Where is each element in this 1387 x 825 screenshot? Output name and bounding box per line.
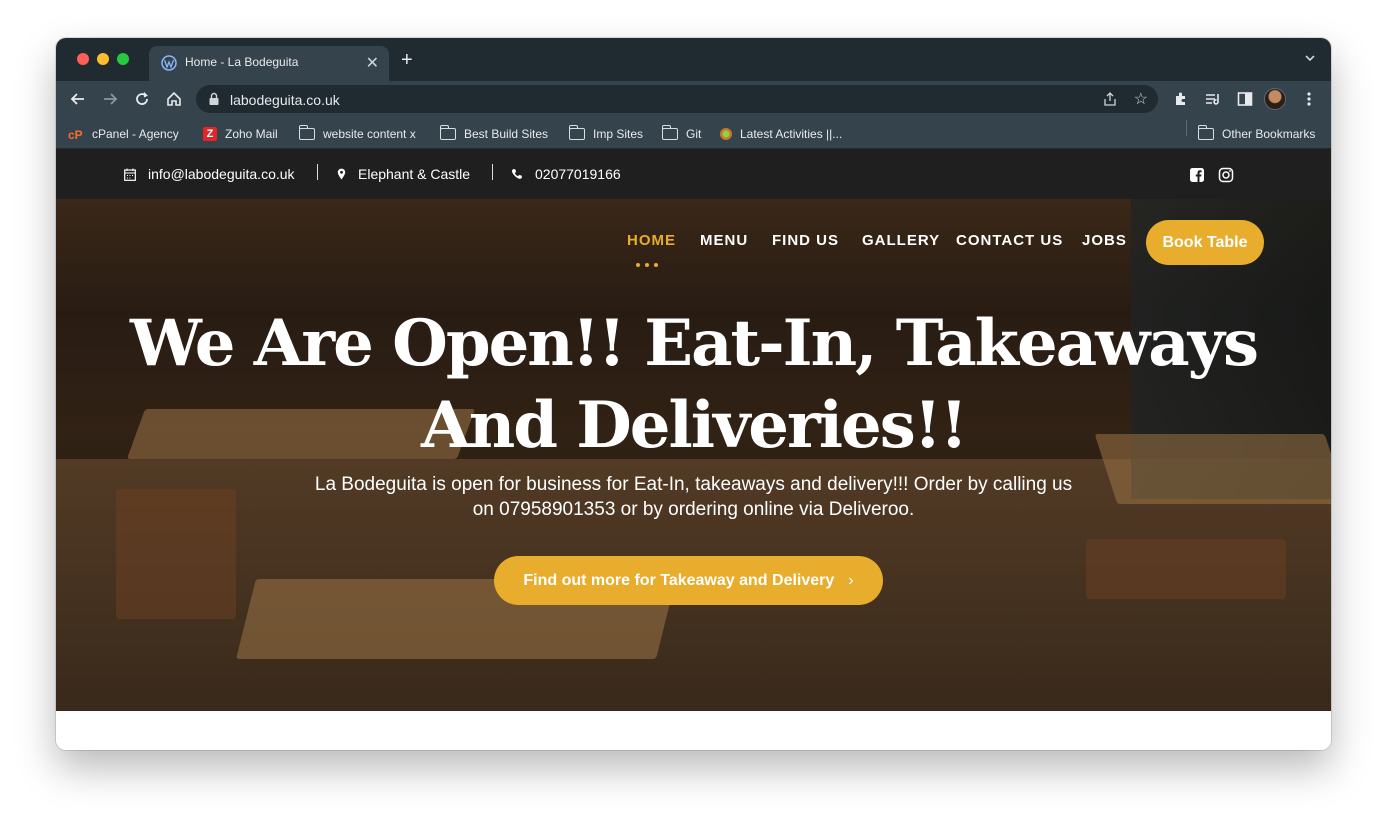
bookmark-website-content[interactable]: website content x: [298, 125, 416, 142]
wordpress-icon: [161, 55, 177, 71]
hero-title-line-1: We Are Open!! Eat-In, Takeaways: [130, 306, 1259, 381]
topbar-divider: [492, 164, 493, 180]
other-bookmarks[interactable]: Other Bookmarks: [1197, 125, 1315, 142]
active-nav-indicator: [636, 263, 658, 267]
share-icon[interactable]: [1102, 91, 1118, 107]
minimize-window-button[interactable]: [97, 53, 109, 65]
home-icon[interactable]: [164, 89, 184, 109]
chevron-down-icon[interactable]: [1303, 51, 1317, 65]
hero-background-chair: [116, 489, 236, 619]
reload-icon[interactable]: [132, 89, 152, 109]
book-table-button[interactable]: Book Table: [1146, 220, 1264, 265]
media-queue-icon[interactable]: [1203, 89, 1223, 109]
browser-toolbar: labodeguita.co.uk ☆: [56, 81, 1331, 117]
back-arrow-icon[interactable]: [68, 89, 88, 109]
bookmark-zoho-mail[interactable]: Z Zoho Mail: [203, 126, 278, 142]
page-below-hero: [56, 711, 1331, 750]
hero-title: We Are Open!! Eat-In, Takeaways And Deli…: [56, 303, 1331, 467]
email-contact[interactable]: info@labodeguita.co.uk: [124, 165, 295, 183]
folder-icon: [298, 125, 315, 140]
facebook-icon[interactable]: [1189, 167, 1205, 183]
location-contact[interactable]: Elephant & Castle: [337, 165, 470, 183]
cpanel-icon: cP: [68, 127, 83, 142]
close-tab-icon[interactable]: ✕: [366, 53, 379, 73]
nav-contact-us[interactable]: CONTACT US: [956, 232, 1063, 249]
lock-icon: [209, 92, 219, 105]
nav-home[interactable]: HOME: [627, 232, 676, 249]
hero-subtitle-line-1: La Bodeguita is open for business for Ea…: [314, 474, 1073, 495]
url-text: labodeguita.co.uk: [230, 92, 340, 108]
bookmark-git[interactable]: Git: [661, 125, 701, 142]
folder-icon: [439, 125, 456, 140]
bookmarks-divider: [1186, 120, 1187, 136]
tab-title: Home - La Bodeguita: [185, 55, 299, 69]
phone-icon: [511, 169, 522, 179]
nav-menu[interactable]: MENU: [700, 232, 748, 249]
chevron-right-icon: ›: [848, 571, 854, 589]
cta-label: Find out more for Takeaway and Delivery: [523, 571, 835, 589]
hero-title-line-2: And Deliveries!!: [421, 388, 968, 463]
maximize-window-button[interactable]: [117, 53, 129, 65]
bookmark-best-build-sites[interactable]: Best Build Sites: [439, 125, 548, 142]
nav-gallery[interactable]: GALLERY: [862, 232, 940, 249]
email-text: info@labodeguita.co.uk: [148, 166, 295, 182]
tab-bar: Home - La Bodeguita ✕ +: [56, 38, 1331, 81]
topbar-divider: [317, 164, 318, 180]
nav-jobs[interactable]: JOBS: [1082, 232, 1127, 249]
close-window-button[interactable]: [77, 53, 89, 65]
bookmark-star-icon[interactable]: ☆: [1134, 89, 1148, 109]
zoho-icon: Z: [203, 127, 217, 141]
web-page: info@labodeguita.co.uk Elephant & Castle…: [56, 149, 1331, 750]
bookmark-imp-sites[interactable]: Imp Sites: [568, 125, 643, 142]
hero-background-chair: [1086, 539, 1286, 599]
profile-avatar[interactable]: [1264, 88, 1286, 110]
phone-text: 02077019166: [535, 166, 621, 182]
contact-topbar: info@labodeguita.co.uk Elephant & Castle…: [56, 149, 1331, 199]
forward-arrow-icon[interactable]: [100, 89, 120, 109]
browser-tab-active[interactable]: Home - La Bodeguita ✕: [149, 46, 389, 81]
instagram-icon[interactable]: [1218, 167, 1234, 183]
address-bar[interactable]: labodeguita.co.uk ☆: [196, 85, 1158, 113]
folder-icon: [661, 125, 678, 140]
location-text: Elephant & Castle: [358, 166, 471, 182]
hero-subtitle: La Bodeguita is open for business for Ea…: [286, 472, 1101, 522]
bookmark-cpanel[interactable]: cP cPanel - Agency: [68, 126, 179, 142]
takeaway-delivery-button[interactable]: Find out more for Takeaway and Delivery …: [494, 556, 883, 605]
site-icon: [720, 128, 732, 140]
map-pin-icon: [337, 168, 346, 180]
bookmarks-bar: cP cPanel - Agency Z Zoho Mail website c…: [56, 117, 1331, 149]
calendar-icon: [124, 168, 136, 181]
bookmark-latest-activities[interactable]: Latest Activities ||...: [720, 126, 842, 142]
phone-contact[interactable]: 02077019166: [511, 165, 621, 183]
hero-section: HOME MENU FIND US GALLERY CONTACT US JOB…: [56, 199, 1331, 711]
more-options-icon[interactable]: [1299, 89, 1319, 109]
browser-window: Home - La Bodeguita ✕ + labodeguita.co.u…: [56, 38, 1331, 750]
extensions-icon[interactable]: [1171, 89, 1191, 109]
hero-subtitle-line-2: on 07958901353 or by ordering online via…: [472, 499, 915, 520]
new-tab-button[interactable]: +: [401, 49, 413, 72]
folder-icon: [568, 125, 585, 140]
side-panel-icon[interactable]: [1235, 89, 1255, 109]
folder-icon: [1197, 125, 1214, 140]
nav-find-us[interactable]: FIND US: [772, 232, 839, 249]
